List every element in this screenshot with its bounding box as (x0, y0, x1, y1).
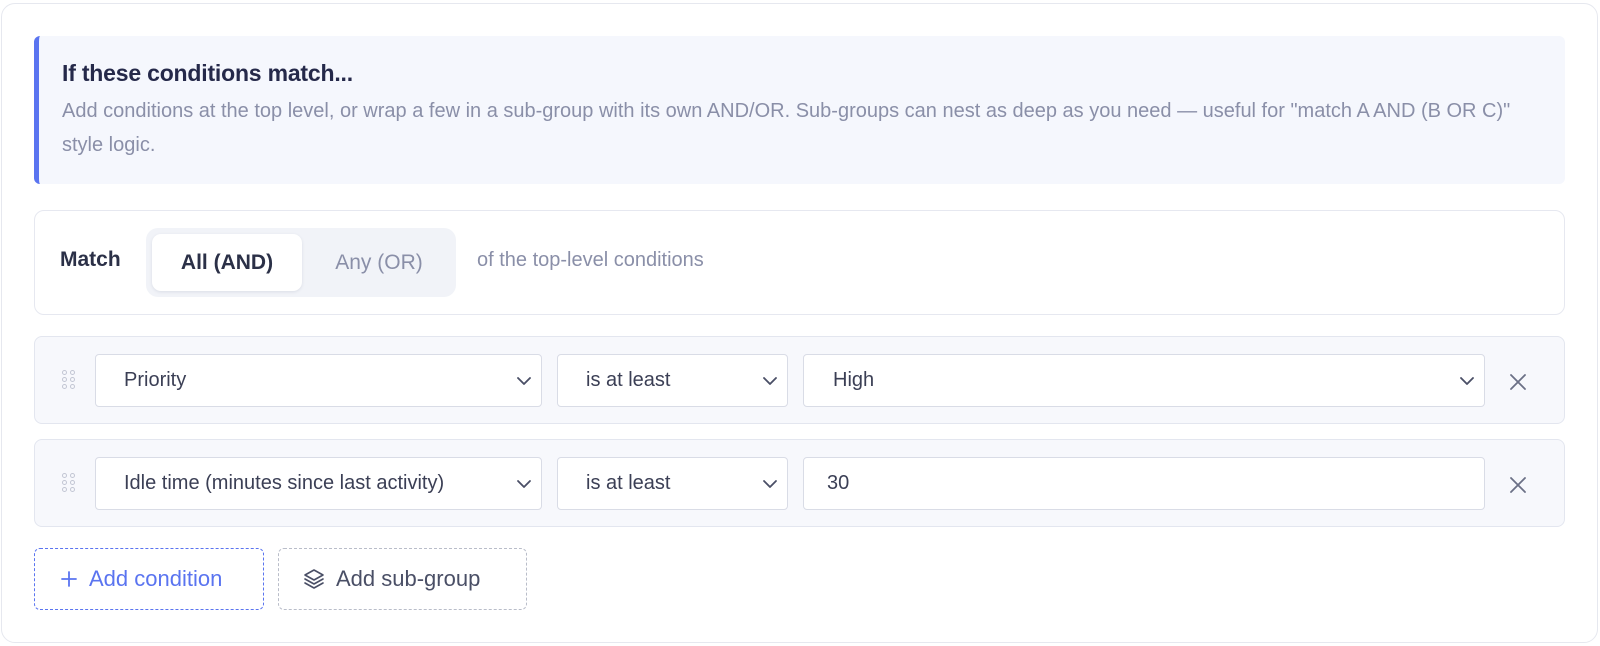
match-mode-toggle: All (AND) Any (OR) (146, 228, 456, 297)
condition-field-value: Idle time (minutes since last activity) (124, 472, 445, 494)
condition-operator-value: is at least (586, 472, 671, 494)
condition-operator-value: is at least (586, 369, 671, 391)
chevron-down-icon (517, 480, 531, 488)
match-suffix-text: of the top-level conditions (477, 249, 704, 271)
condition-row: Priority is at least High (34, 336, 1565, 424)
chevron-down-icon (517, 377, 531, 385)
chevron-down-icon (763, 377, 777, 385)
drag-handle-icon[interactable] (62, 370, 76, 390)
info-title: If these conditions match... (62, 60, 353, 86)
chevron-down-icon (763, 480, 777, 488)
condition-field-select[interactable]: Idle time (minutes since last activity) (95, 457, 542, 510)
condition-operator-select[interactable]: is at least (557, 354, 788, 407)
condition-operator-select[interactable]: is at least (557, 457, 788, 510)
condition-row: Idle time (minutes since last activity) … (34, 439, 1565, 527)
add-condition-label: Add condition (89, 566, 223, 591)
add-subgroup-button[interactable]: Add sub-group (278, 548, 527, 610)
plus-icon (61, 571, 77, 587)
info-callout: If these conditions match... Add conditi… (34, 36, 1565, 184)
condition-value: High (833, 369, 875, 391)
match-mode-panel: Match All (AND) Any (OR) of the top-leve… (34, 210, 1565, 315)
condition-field-select[interactable]: Priority (95, 354, 542, 407)
match-all-button[interactable]: All (AND) (152, 234, 302, 291)
condition-value: 30 (827, 472, 850, 494)
layers-icon (304, 569, 324, 589)
chevron-down-icon (1460, 377, 1474, 385)
close-icon[interactable] (1508, 475, 1528, 495)
add-condition-button[interactable]: Add condition (34, 548, 264, 610)
match-any-button[interactable]: Any (OR) (306, 234, 452, 291)
condition-value-select[interactable]: High (803, 354, 1485, 407)
add-subgroup-label: Add sub-group (336, 566, 481, 591)
info-description: Add conditions at the top level, or wrap… (62, 100, 1511, 156)
condition-value-input[interactable]: 30 (803, 457, 1485, 510)
close-icon[interactable] (1508, 372, 1528, 392)
match-label: Match (60, 248, 121, 271)
condition-field-value: Priority (124, 369, 187, 391)
drag-handle-icon[interactable] (62, 473, 76, 493)
